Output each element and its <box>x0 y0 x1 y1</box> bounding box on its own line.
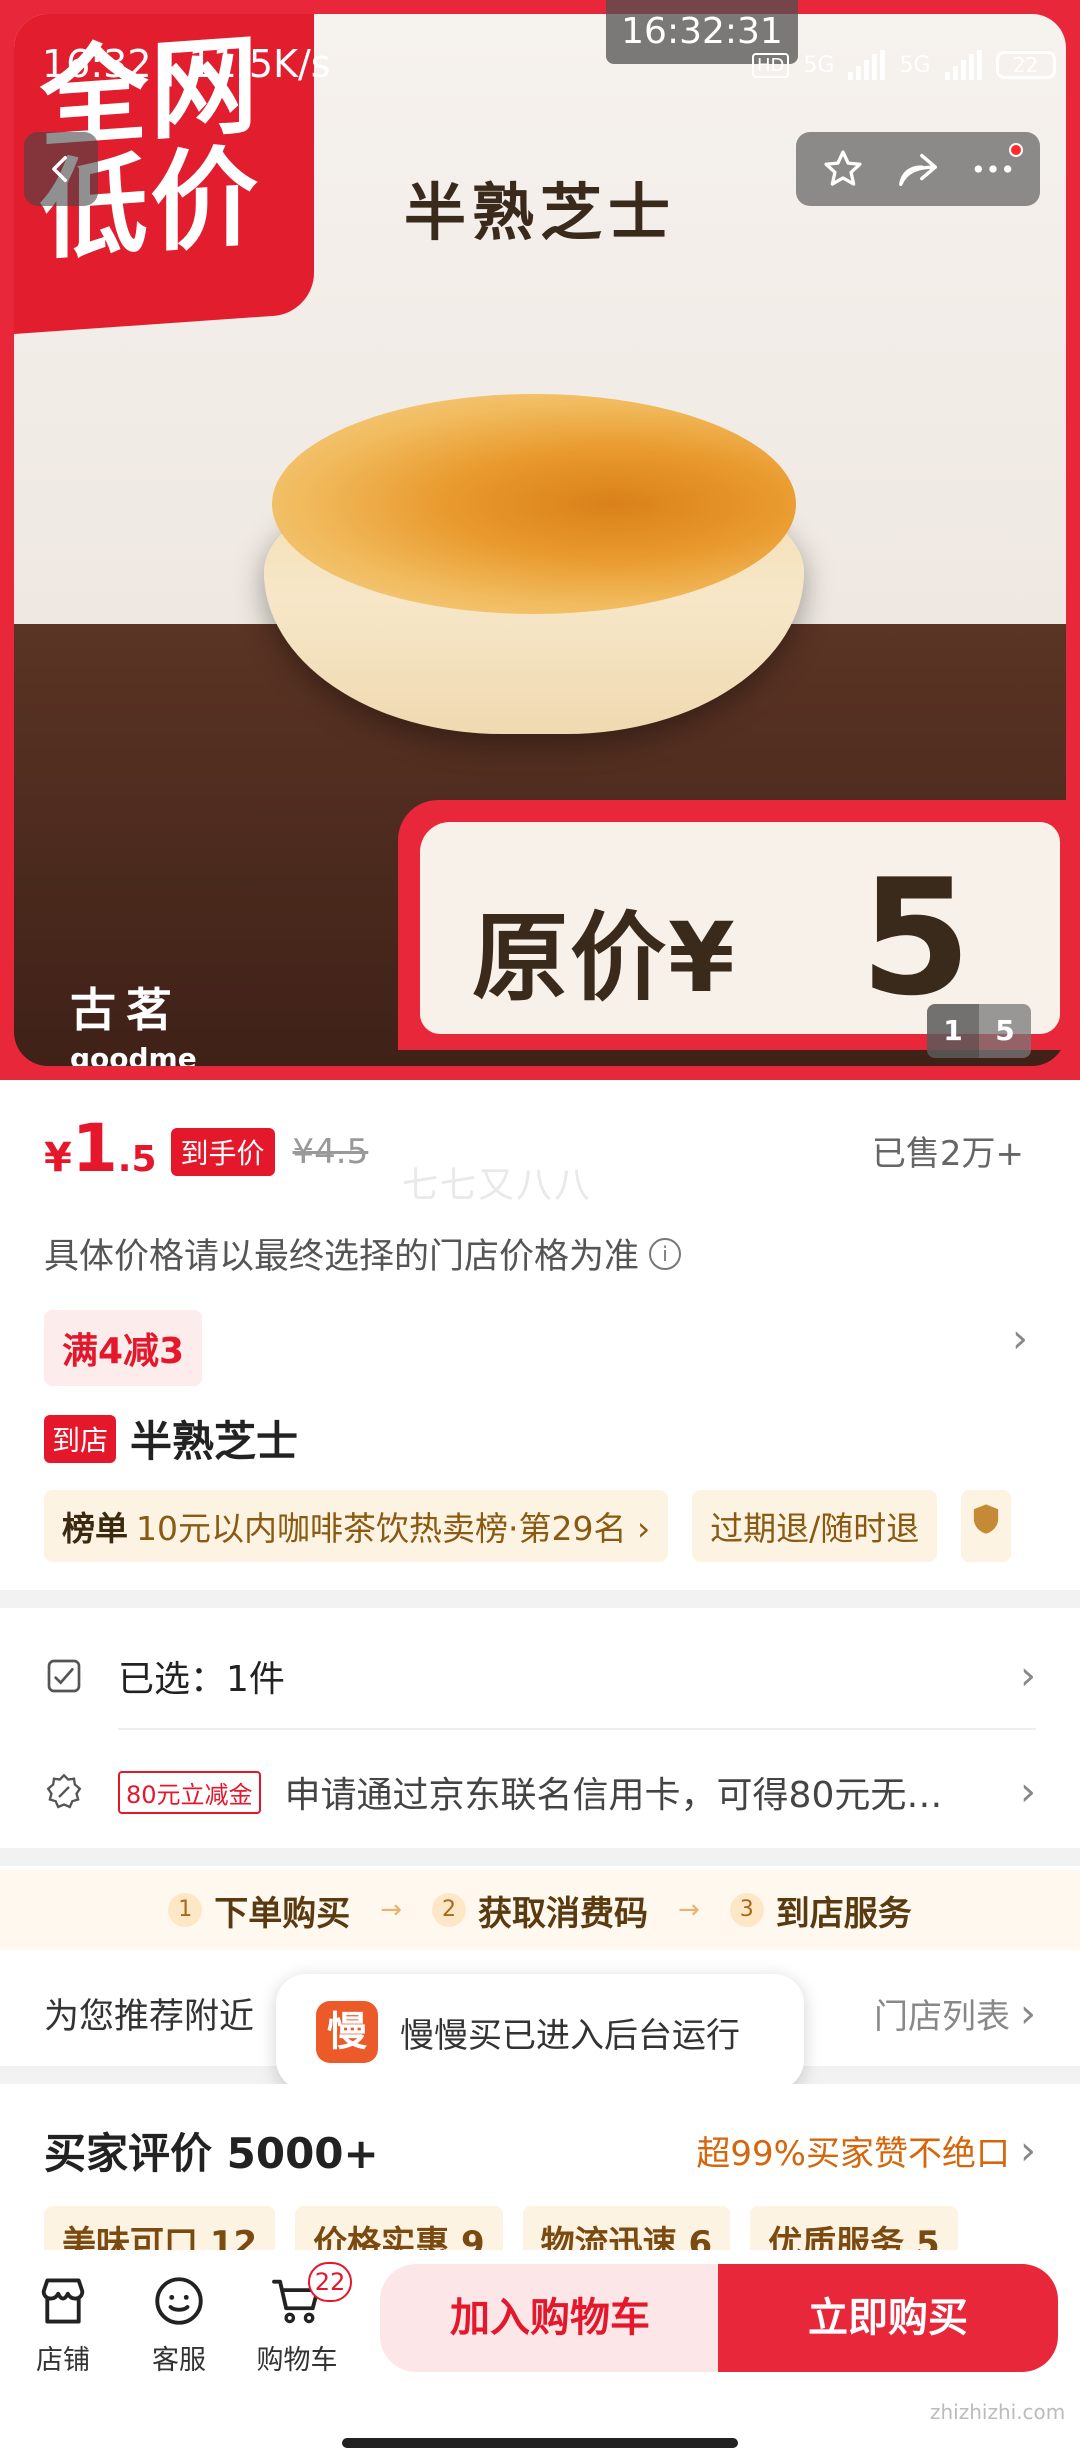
favorite-button[interactable] <box>811 137 875 201</box>
background-run-toast: 慢 慢慢买已进入后台运行 <box>276 1974 804 2090</box>
image-pager: 1 5 <box>927 1004 1031 1058</box>
chevron-right-icon[interactable]: › <box>1012 1316 1028 1362</box>
star-icon <box>824 150 862 186</box>
cash-coupon-tag: 80元立减金 <box>118 1770 261 1814</box>
chat-face-icon <box>155 2277 203 2325</box>
battery-icon: 22 <box>995 51 1056 79</box>
image-price-label: 原价¥ <box>472 902 737 1014</box>
top-action-group <box>796 132 1040 206</box>
image-product-name: 半熟芝士 <box>404 176 677 249</box>
product-info-card: ¥ 1 .5 到手价 ¥4.5 七七又八八 已售2万+ 具体价格请以最终选择的门… <box>0 1080 1080 1590</box>
arrow-icon: → <box>380 1895 402 1925</box>
product-title-row: 到店 半熟芝士 <box>44 1408 298 1469</box>
coupon-badge-icon <box>46 1773 82 1809</box>
watermark-text: 七七又八八 <box>402 1165 593 1206</box>
guarantee-badge[interactable] <box>961 1490 1012 1562</box>
brand-logo: 古茗 goodme <box>70 974 197 1066</box>
step-3: 3 到店服务 <box>729 1886 912 1935</box>
credit-card-offer-text: 申请通过京东联名信用卡，可得80元无… <box>284 1775 943 1816</box>
reviews-summary: 超99%买家赞不绝口 <box>696 2134 1010 2174</box>
reviews-header[interactable]: 买家评价 5000+ 超99%买家赞不绝口 › <box>44 2120 1036 2181</box>
step-2: 2 获取消费码 <box>432 1886 648 1935</box>
share-icon <box>899 153 937 187</box>
chevron-right-icon: › <box>1020 2127 1036 2174</box>
ranking-text: 10元以内咖啡茶饮热卖榜·第29名 › <box>136 1509 651 1548</box>
signal-icon <box>848 50 886 80</box>
promo-tag[interactable]: 满4减3 <box>44 1310 203 1386</box>
refund-policy-badge[interactable]: 过期退/随时退 <box>692 1490 938 1562</box>
more-button[interactable] <box>961 137 1025 201</box>
back-button[interactable] <box>24 132 98 206</box>
price-integer: 1 <box>71 1110 118 1187</box>
step-1: 1 下单购买 <box>168 1886 350 1935</box>
ranking-badge[interactable]: 榜单 10元以内咖啡茶饮热卖榜·第29名 › <box>44 1490 669 1562</box>
store-label: 店铺 <box>36 2345 90 2376</box>
buy-now-button[interactable]: 立即购买 <box>718 2264 1058 2372</box>
toast-text: 慢慢买已进入后台运行 <box>400 2015 740 2056</box>
network-label-2: 5G <box>899 52 931 78</box>
network-label: 5G <box>803 52 835 78</box>
customer-service-label: 客服 <box>152 2345 206 2376</box>
store-button[interactable]: 店铺 <box>8 2272 118 2377</box>
info-icon[interactable]: i <box>649 1237 682 1270</box>
chevron-right-icon: › <box>1020 1653 1036 1699</box>
arrow-icon: → <box>678 1895 700 1925</box>
chevron-right-icon: › <box>1020 1990 1036 2037</box>
cart-count-badge: 22 <box>308 2262 352 2302</box>
cart-label: 购物车 <box>256 2345 338 2376</box>
shield-icon <box>974 1504 999 1534</box>
selected-spec-row[interactable]: 已选：1件 › <box>44 1626 1036 1726</box>
reviews-card: 买家评价 5000+ 超99%买家赞不绝口 › 美味可口 12 价格实惠 9 物… <box>0 2084 1080 2275</box>
customer-service-button[interactable]: 客服 <box>124 2272 234 2377</box>
brand-name-cn: 古茗 <box>70 983 182 1037</box>
pager-total: 5 <box>979 1004 1031 1058</box>
image-price-value: 5 <box>860 844 972 1031</box>
reviews-title: 买家评价 5000+ <box>44 2129 379 2178</box>
price-row: ¥ 1 .5 到手价 ¥4.5 <box>44 1110 369 1187</box>
status-bar: 16:32 | 11.5K/s 16:32:31 HD 5G 5G 22 <box>0 0 1080 130</box>
cake-illustration <box>264 394 804 754</box>
badge-row: 榜单 10元以内咖啡茶饮热卖榜·第29名 › 过期退/随时退 <box>44 1490 1012 1562</box>
signal-icon-2 <box>944 50 982 80</box>
hd-icon: HD <box>752 52 790 78</box>
in-store-tag: 到店 <box>44 1414 117 1463</box>
price-decimal: .5 <box>117 1139 157 1180</box>
options-card: 已选：1件 › 80元立减金 申请通过京东联名信用卡，可得80元无… › <box>0 1608 1080 1848</box>
final-price-tag: 到手价 <box>170 1128 275 1176</box>
home-indicator[interactable] <box>342 2438 738 2448</box>
add-to-cart-button[interactable]: 加入购物车 <box>380 2264 720 2372</box>
corner-watermark: zhizhizhi.com <box>930 2400 1066 2424</box>
credit-card-offer-row[interactable]: 80元立减金 申请通过京东联名信用卡，可得80元无… › <box>44 1742 1036 1842</box>
sold-count: 已售2万+ <box>871 1134 1024 1174</box>
service-steps: 1 下单购买 → 2 获取消费码 → 3 到店服务 <box>0 1870 1080 1950</box>
status-indicators: HD 5G 5G 22 <box>752 50 1056 80</box>
cart-button[interactable]: 22 购物车 <box>242 2262 352 2377</box>
store-icon <box>41 2278 85 2324</box>
price-note: 具体价格请以最终选择的门店价格为准 i <box>44 1228 682 1279</box>
product-title: 半熟芝士 <box>130 1417 299 1466</box>
ranking-prefix: 榜单 <box>62 1509 128 1548</box>
app-logo-icon: 慢 <box>316 2001 378 2063</box>
checklist-icon <box>47 1659 81 1693</box>
store-list-link[interactable]: 门店列表 <box>874 1989 1010 2038</box>
status-time-speed: 16:32 | 11.5K/s <box>42 42 331 86</box>
chevron-right-icon: › <box>1020 1769 1036 1815</box>
share-button[interactable] <box>886 137 950 201</box>
brand-name-en: goodme <box>70 1042 197 1066</box>
divider <box>118 1728 1036 1730</box>
selected-spec-text: 已选：1件 <box>118 1659 285 1700</box>
notification-dot <box>1008 143 1023 157</box>
chevron-left-icon <box>52 155 67 183</box>
price-currency: ¥ <box>44 1135 72 1181</box>
price-note-text: 具体价格请以最终选择的门店价格为准 <box>44 1237 640 1277</box>
original-price: ¥4.5 <box>292 1132 369 1172</box>
pager-current: 1 <box>927 1004 979 1058</box>
more-icon <box>974 165 1011 173</box>
bottom-action-bar: 店铺 客服 22 购物车 加入购物车 立即购买 zhizhizhi.com <box>0 2250 1080 2460</box>
